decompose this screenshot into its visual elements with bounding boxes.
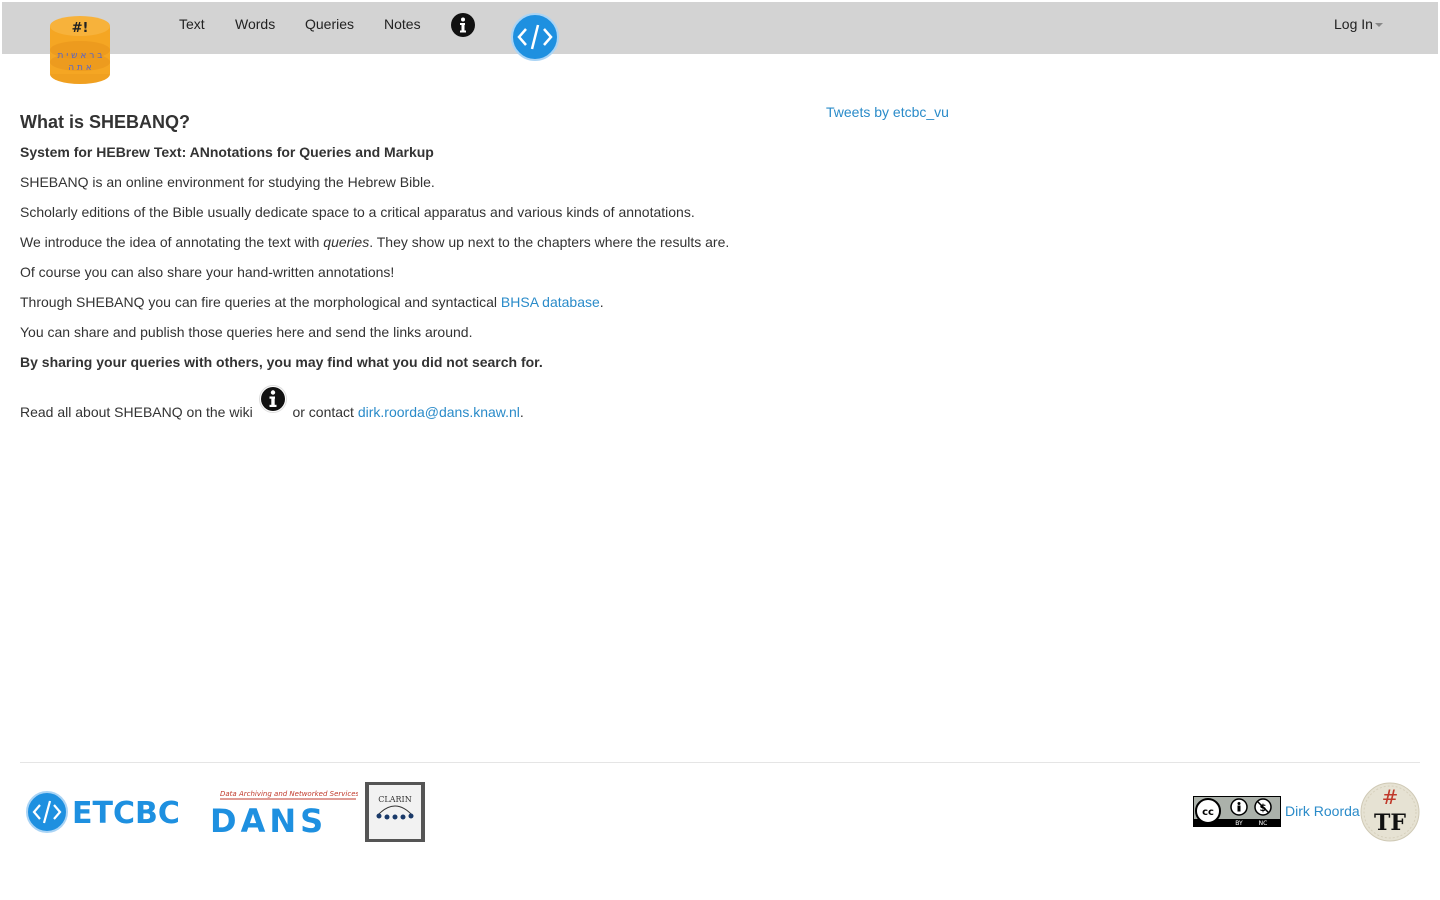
editions-paragraph: Scholarly editions of the Bible usually … bbox=[20, 204, 695, 220]
clarin-text: CLARIN bbox=[378, 795, 411, 804]
tweets-link[interactable]: Tweets by etcbc_vu bbox=[826, 102, 949, 122]
caret-down-icon bbox=[1374, 23, 1383, 28]
page-title: What is SHEBANQ? bbox=[20, 112, 191, 132]
nav-notes[interactable]: Notes bbox=[384, 15, 421, 33]
nav-queries[interactable]: Queries bbox=[305, 15, 354, 33]
wiki-paragraph: Read all about SHEBANQ on the wiki or co… bbox=[20, 385, 524, 422]
brand-mark: #! bbox=[72, 21, 89, 36]
nav-text[interactable]: Text bbox=[179, 15, 205, 33]
svg-text:א ת ה: א ת ה bbox=[68, 63, 92, 73]
etcbc-footer-logo[interactable]: ETCBC bbox=[26, 790, 194, 834]
annotations-paragraph: Of course you can also share your hand-w… bbox=[20, 264, 395, 280]
cc-license-badge[interactable]: cc $ BY NC bbox=[1193, 796, 1281, 827]
footer-divider bbox=[20, 762, 1420, 763]
contact-email-link[interactable]: dirk.roorda@dans.knaw.nl bbox=[358, 404, 520, 420]
tf-text: TF bbox=[1374, 810, 1406, 836]
text-fabric-logo[interactable]: # TF bbox=[1360, 782, 1420, 842]
queries-emphasis: queries bbox=[323, 234, 370, 250]
etcbc-footer-text: ETCBC bbox=[72, 796, 180, 831]
dans-text: DANS bbox=[210, 802, 327, 838]
queries-text-after: . They show up next to the chapters wher… bbox=[369, 234, 730, 250]
dans-tagline: Data Archiving and Networked Services bbox=[220, 790, 358, 798]
cc-label-nc: NC bbox=[1259, 820, 1268, 827]
nav-words[interactable]: Words bbox=[235, 15, 275, 33]
bhsa-database-link[interactable]: BHSA database bbox=[501, 294, 600, 310]
queries-text-before: We introduce the idea of annotating the … bbox=[20, 234, 324, 250]
login-menu[interactable]: Log In bbox=[1334, 15, 1383, 33]
top-navbar: #! ב ר א ש י ת א ת ה Text Words Queries … bbox=[2, 2, 1438, 84]
clarin-footer-logo[interactable]: CLARIN bbox=[365, 782, 425, 842]
intro-paragraph: SHEBANQ is an online environment for stu… bbox=[20, 174, 435, 190]
shebanq-logo-icon[interactable]: #! ב ר א ש י ת א ת ה bbox=[48, 12, 112, 86]
cc-label-by: BY bbox=[1235, 820, 1243, 827]
sharing-paragraph: By sharing your queries with others, you… bbox=[20, 354, 543, 370]
wiki-text-middle: or contact bbox=[288, 404, 358, 420]
etcbc-logo-icon[interactable] bbox=[511, 13, 559, 61]
wiki-text-after: . bbox=[519, 404, 524, 420]
author-link[interactable]: Dirk Roorda bbox=[1285, 802, 1360, 820]
info-icon[interactable] bbox=[451, 13, 475, 37]
bhsa-text-after: . bbox=[599, 294, 604, 310]
svg-text:cc: cc bbox=[1202, 807, 1214, 818]
wiki-text-before: Read all about SHEBANQ on the wiki bbox=[20, 404, 257, 420]
bhsa-paragraph: Through SHEBANQ you can fire queries at … bbox=[20, 292, 604, 312]
subtitle: System for HEBrew Text: ANnotations for … bbox=[20, 144, 434, 160]
bhsa-text-before: Through SHEBANQ you can fire queries at … bbox=[20, 294, 501, 310]
queries-paragraph: We introduce the idea of annotating the … bbox=[20, 232, 729, 252]
share-paragraph: You can share and publish those queries … bbox=[20, 324, 473, 340]
login-label[interactable]: Log In bbox=[1334, 16, 1373, 32]
svg-text:ב ר א ש י ת: ב ר א ש י ת bbox=[58, 51, 103, 61]
tf-hash: # bbox=[1382, 785, 1399, 809]
wiki-info-icon[interactable] bbox=[258, 385, 287, 413]
dans-footer-logo[interactable]: Data Archiving and Networked Services DA… bbox=[208, 786, 358, 838]
